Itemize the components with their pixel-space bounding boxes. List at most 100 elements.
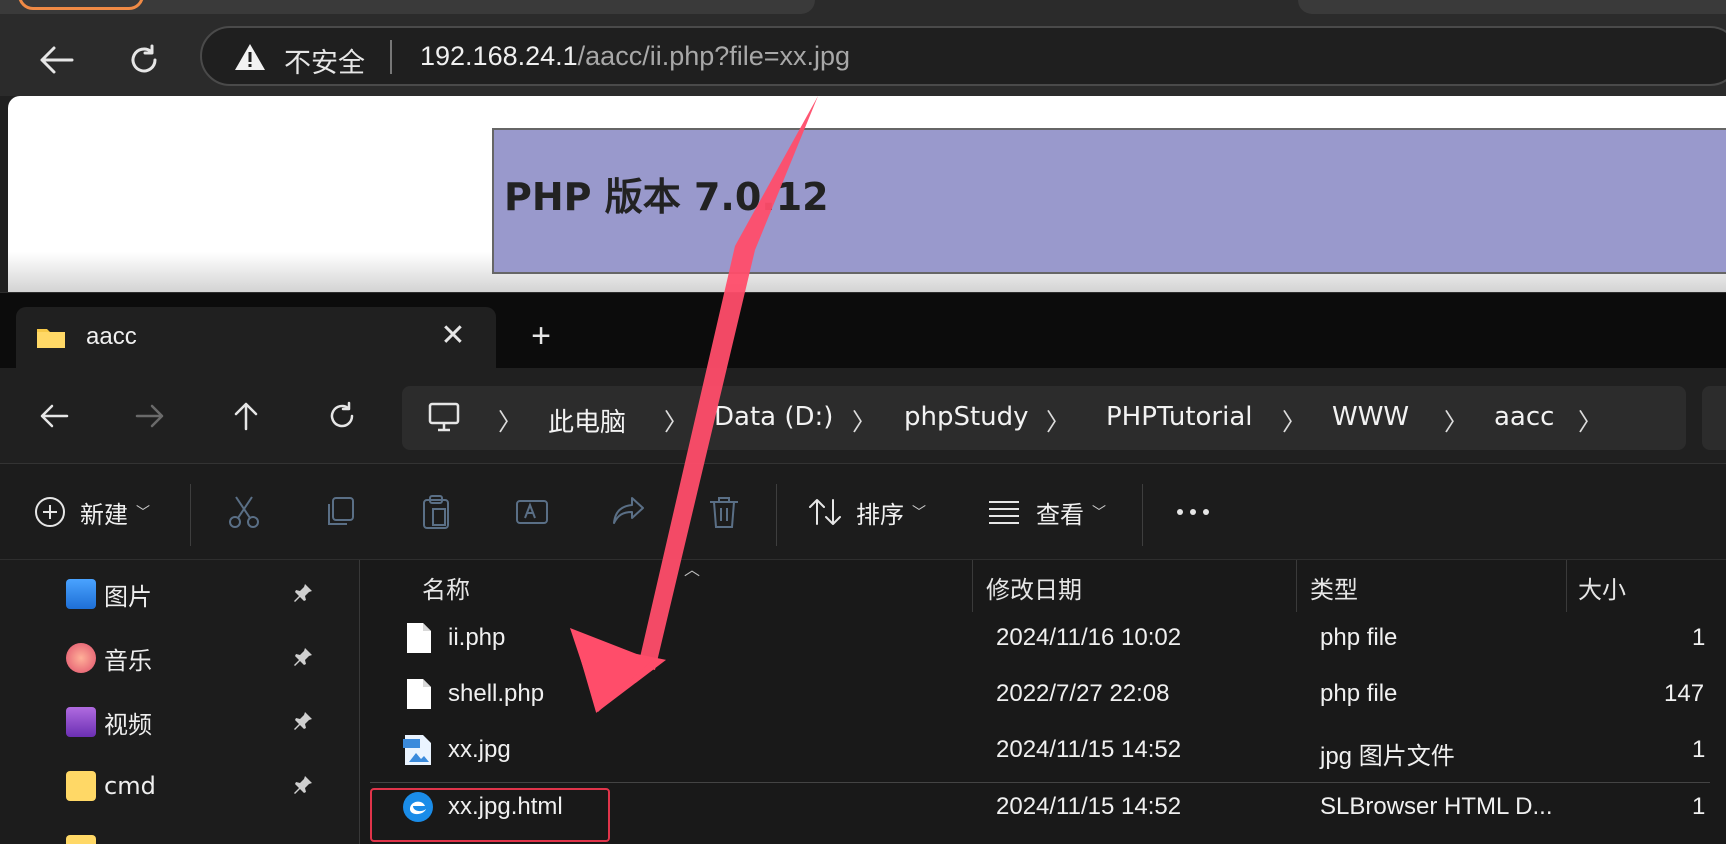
sort-indicator-icon: ︿ <box>684 562 701 579</box>
column-divider[interactable] <box>1566 560 1567 612</box>
url-path: /aacc/ii.php?file=xx.jpg <box>577 41 851 71</box>
column-header-modified[interactable]: 修改日期 <box>986 570 1082 605</box>
new-button-label: 新建 <box>80 500 128 529</box>
breadcrumb-www[interactable]: WWW <box>1332 402 1409 432</box>
explorer-command-bar: 新建 ﹀ 排序 ﹀ 查看 ﹀ <box>0 464 1726 560</box>
breadcrumb-chevron-icon[interactable]: 〉 <box>498 402 522 437</box>
cut-icon[interactable] <box>226 494 262 530</box>
breadcrumb-chevron-icon[interactable]: 〉 <box>1444 402 1468 437</box>
rename-icon[interactable] <box>514 494 550 530</box>
breadcrumb-phptutorial[interactable]: PHPTutorial <box>1106 402 1253 432</box>
sidebar-item-partial[interactable] <box>66 830 104 844</box>
reload-button[interactable] <box>122 38 166 82</box>
breadcrumb-data-drive[interactable]: Data (D:) <box>714 402 833 432</box>
file-size: 1 <box>1692 736 1706 763</box>
pin-icon[interactable] <box>292 646 314 668</box>
browser-tab-favicon <box>18 0 144 10</box>
chevron-down-icon: ﹀ <box>1092 505 1106 521</box>
back-arrow-icon <box>40 404 69 428</box>
jpg-icon <box>403 735 431 765</box>
explorer-forward-button[interactable] <box>128 394 172 438</box>
breadcrumb-phpstudy[interactable]: phpStudy <box>904 402 1029 432</box>
delete-icon[interactable] <box>706 494 742 530</box>
breadcrumb-this-pc[interactable]: 此电脑 <box>548 402 626 439</box>
file-type: SLBrowser HTML D... <box>1320 793 1553 820</box>
address-separator <box>390 40 392 74</box>
file-row[interactable]: ii.php 2024/11/16 10:02 php file 1 <box>370 614 1710 664</box>
copy-icon[interactable] <box>322 494 358 530</box>
explorer-refresh-button[interactable] <box>320 394 364 438</box>
php-version-heading: PHP 版本 7.0.12 <box>504 175 829 219</box>
address-breadcrumb[interactable]: 〉 此电脑 〉 Data (D:) 〉 phpStudy 〉 PHPTutori… <box>402 386 1686 450</box>
more-options-button[interactable] <box>1176 492 1210 532</box>
sidebar-item-music[interactable]: 音乐 <box>66 638 152 678</box>
file-modified: 2024/11/16 10:02 <box>996 624 1182 651</box>
breadcrumb-chevron-icon[interactable]: 〉 <box>1046 402 1070 437</box>
sidebar-item-cmd[interactable]: cmd <box>66 766 156 806</box>
warning-icon[interactable] <box>234 43 266 71</box>
pin-icon[interactable] <box>292 774 314 796</box>
column-header-type[interactable]: 类型 <box>1310 570 1358 605</box>
browser-tab-strip <box>0 0 1726 16</box>
column-divider[interactable] <box>972 560 973 612</box>
breadcrumb-aacc[interactable]: aacc <box>1494 402 1554 432</box>
explorer-up-button[interactable] <box>224 394 268 438</box>
sort-button[interactable]: 排序 ﹀ <box>808 492 926 532</box>
folder-icon <box>66 771 96 801</box>
column-header-size[interactable]: 大小 <box>1578 570 1626 605</box>
new-button[interactable]: 新建 ﹀ <box>34 492 150 532</box>
sort-icon <box>809 499 841 525</box>
pin-icon[interactable] <box>292 710 314 732</box>
column-divider[interactable] <box>1296 560 1297 612</box>
view-lines-icon <box>989 501 1019 524</box>
security-label[interactable]: 不安全 <box>284 41 365 80</box>
file-size: 1 <box>1692 793 1706 820</box>
close-tab-button[interactable]: ✕ <box>436 319 470 353</box>
navigation-pane: 图片 音乐 视频 cmd <box>0 560 360 844</box>
breadcrumb-chevron-icon[interactable]: 〉 <box>852 402 876 437</box>
column-header-name[interactable]: 名称 <box>422 570 470 605</box>
videos-icon <box>66 707 96 737</box>
chevron-down-icon: ﹀ <box>136 505 150 521</box>
back-button[interactable] <box>34 38 78 82</box>
file-type: php file <box>1320 680 1398 707</box>
file-modified: 2022/7/27 22:08 <box>996 680 1170 707</box>
file-row[interactable]: shell.php 2022/7/27 22:08 php file 147 <box>370 670 1710 720</box>
up-arrow-icon <box>234 402 258 431</box>
view-button[interactable]: 查看 ﹀ <box>988 492 1106 532</box>
file-modified: 2024/11/15 14:52 <box>996 793 1182 820</box>
file-type: jpg 图片文件 <box>1320 743 1455 770</box>
sidebar-item-label: cmd <box>104 772 156 800</box>
pin-icon[interactable] <box>292 582 314 604</box>
explorer-back-button[interactable] <box>32 394 76 438</box>
command-separator <box>190 484 191 546</box>
url-text[interactable]: 192.168.24.1/aacc/ii.php?file=xx.jpg <box>420 41 850 72</box>
explorer-tab[interactable]: aacc ✕ <box>16 307 496 369</box>
search-box[interactable] <box>1702 386 1726 450</box>
view-button-label: 查看 <box>1036 500 1084 529</box>
folder-icon <box>37 329 65 348</box>
refresh-icon <box>330 401 354 428</box>
sidebar-item-videos[interactable]: 视频 <box>66 702 152 742</box>
file-name: ii.php <box>448 624 506 651</box>
share-icon[interactable] <box>610 494 646 530</box>
document-icon <box>407 679 431 709</box>
file-size: 147 <box>1664 680 1705 707</box>
breadcrumb-chevron-icon[interactable]: 〉 <box>1282 402 1306 437</box>
explorer-title-bar: aacc ✕ + <box>0 292 1726 369</box>
browser-tab-active[interactable] <box>0 0 815 14</box>
paste-icon[interactable] <box>418 494 454 530</box>
more-dots-icon <box>1177 509 1209 515</box>
command-separator <box>1142 484 1143 546</box>
browser-tab-other[interactable] <box>1298 0 1726 14</box>
document-icon <box>407 623 431 653</box>
file-name: shell.php <box>448 680 545 707</box>
breadcrumb-chevron-icon[interactable]: 〉 <box>664 402 688 437</box>
file-row[interactable]: xx.jpg 2024/11/15 14:52 jpg 图片文件 1 <box>370 726 1710 776</box>
new-tab-button[interactable]: + <box>524 319 558 353</box>
close-icon: ✕ <box>440 319 466 352</box>
address-bar[interactable]: 不安全 192.168.24.1/aacc/ii.php?file=xx.jpg <box>200 26 1726 86</box>
breadcrumb-chevron-icon[interactable]: 〉 <box>1578 402 1602 437</box>
navigation-pane-scrollbar[interactable] <box>322 560 360 844</box>
sidebar-item-pictures[interactable]: 图片 <box>66 574 152 614</box>
